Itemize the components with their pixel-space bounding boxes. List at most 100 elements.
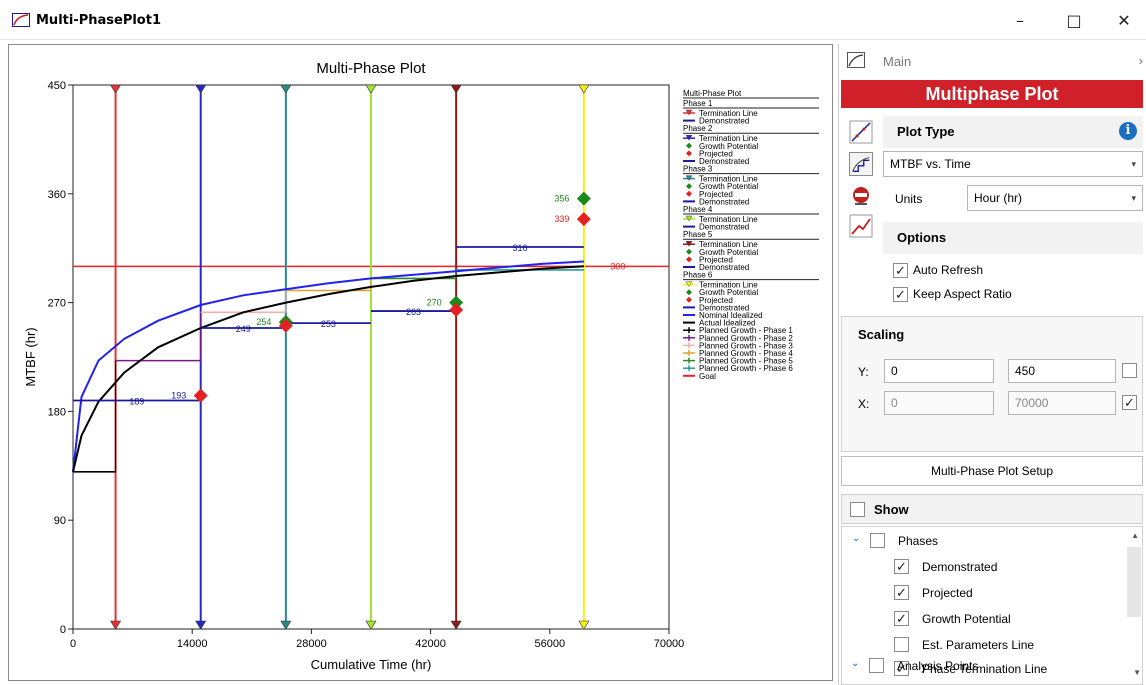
- dropdown-arrow-icon: ▾: [1131, 193, 1136, 203]
- auto-refresh-checkbox[interactable]: ✓: [893, 263, 908, 278]
- multiphase-plot-app-icon: [12, 13, 30, 27]
- y-tick-label: 180: [48, 406, 66, 418]
- x-auto-checkbox[interactable]: ✓: [1122, 395, 1137, 410]
- tree-item-growth-potential[interactable]: ✓ Growth Potential: [842, 611, 1122, 635]
- demonstrated-label: 253: [321, 319, 336, 329]
- show-title: Show: [874, 502, 909, 517]
- projected-checkbox[interactable]: ✓: [894, 585, 909, 600]
- projected-label: 193: [171, 391, 186, 401]
- demonstrated-checkbox[interactable]: ✓: [894, 559, 909, 574]
- demonstrated-label: 189: [129, 397, 144, 407]
- projected-label: 339: [554, 214, 569, 224]
- close-button[interactable]: ✕: [1104, 8, 1144, 34]
- x-min-input[interactable]: 0: [884, 391, 994, 415]
- termination-marker-top: [110, 84, 122, 94]
- demonstrated-label: 249: [236, 324, 251, 334]
- chevron-right-icon[interactable]: ›: [1139, 53, 1143, 68]
- info-icon[interactable]: i: [1119, 122, 1137, 140]
- termination-marker-top: [365, 84, 377, 94]
- legend-heading: Phase 1: [683, 99, 713, 108]
- y-tick-label: 270: [48, 298, 66, 310]
- x-axis-label: X:: [858, 397, 870, 411]
- legend-heading: Phase 3: [683, 165, 713, 174]
- scroll-thumb[interactable]: [1127, 547, 1141, 617]
- y-max-input[interactable]: 450: [1008, 359, 1116, 383]
- plot-area[interactable]: Multi-Phase Plot 0 90 180 270 360 450 0 14000 280…: [8, 44, 833, 681]
- x-tick-label: 70000: [654, 638, 685, 650]
- est-parameters-checkbox[interactable]: [894, 637, 909, 652]
- x-tick-label: 0: [70, 638, 76, 650]
- goal-label: 300: [610, 261, 625, 271]
- plot-type-dropdown[interactable]: MTBF vs. Time ▾: [883, 151, 1143, 177]
- auto-refresh-label: Auto Refresh: [913, 263, 984, 277]
- legend-dot-swatch: [686, 256, 692, 263]
- legend-heading: Phase 6: [683, 271, 713, 280]
- projected-point: [576, 212, 591, 227]
- show-checkbox[interactable]: [850, 502, 865, 517]
- legend-dot-swatch: [686, 190, 692, 197]
- x-max-input[interactable]: 70000: [1008, 391, 1116, 415]
- demonstrated-label: 263: [406, 307, 421, 317]
- options-section: Options: [883, 222, 1143, 254]
- legend-heading: Phase 5: [683, 230, 713, 239]
- show-header: Show: [841, 494, 1143, 524]
- dropdown-arrow-icon: ▾: [1131, 159, 1136, 169]
- scroll-up-icon[interactable]: ▲: [1131, 531, 1139, 540]
- warning-plot-icon[interactable]: [849, 184, 873, 208]
- projected-point: [449, 302, 464, 317]
- chevron-down-icon[interactable]: ⌄: [851, 658, 859, 669]
- scaling-section: Scaling Y: 0 450 X: 0 70000 ✓: [841, 316, 1143, 452]
- termination-marker-top: [578, 84, 590, 94]
- x-axis-label: Cumulative Time (hr): [311, 657, 432, 672]
- tree-item-projected[interactable]: ✓ Projected: [842, 585, 1122, 609]
- legend-dot-swatch: [686, 248, 692, 255]
- termination-marker-top: [450, 84, 462, 94]
- y-axis-label: Y:: [858, 365, 869, 379]
- tree-label: Projected: [922, 586, 973, 600]
- maximize-button[interactable]: □: [1054, 8, 1094, 34]
- growth-potential-label: 270: [427, 298, 442, 308]
- tree-item-phases[interactable]: ⌄ Phases: [842, 533, 1122, 557]
- legend-heading: Phase 4: [683, 205, 713, 214]
- growth-potential-label: 254: [256, 317, 271, 327]
- actual-idealized-curve: [72, 265, 584, 473]
- y-axis-label: MTBF (hr): [23, 327, 38, 386]
- phases-checkbox[interactable]: [870, 533, 885, 548]
- x-tick-label: 14000: [177, 638, 208, 650]
- y-tick-label: 90: [54, 515, 66, 527]
- minimize-button[interactable]: –: [1000, 8, 1040, 34]
- analysis-points-checkbox[interactable]: [869, 658, 884, 673]
- y-auto-checkbox[interactable]: [1122, 363, 1137, 378]
- units-dropdown[interactable]: Hour (hr) ▾: [967, 185, 1143, 211]
- main-nav-row[interactable]: Main ›: [839, 44, 1146, 78]
- keep-aspect-checkbox[interactable]: ✓: [893, 287, 908, 302]
- tree-item-analysis-points[interactable]: ⌄ Analysis Points: [841, 658, 1121, 682]
- options-title: Options: [897, 230, 947, 245]
- y-min-input[interactable]: 0: [884, 359, 994, 383]
- scaling-title: Scaling: [858, 327, 905, 342]
- plot-type-title: Plot Type: [897, 124, 955, 139]
- chevron-down-icon[interactable]: ⌄: [852, 533, 860, 544]
- demonstrated-label: 316: [512, 243, 527, 253]
- plot-type-icon[interactable]: [849, 120, 873, 144]
- options-plot-icon[interactable]: [849, 214, 873, 238]
- tree-label: Phases: [898, 534, 939, 548]
- multiphase-plot-icon[interactable]: [849, 152, 873, 176]
- legend-dot-swatch: [686, 142, 692, 149]
- y-tick-label: 450: [48, 80, 66, 92]
- tree-item-demonstrated[interactable]: ✓ Demonstrated: [842, 559, 1122, 583]
- tree-label: Growth Potential: [922, 612, 1011, 626]
- keep-aspect-label: Keep Aspect Ratio: [913, 287, 1012, 301]
- tree-scrollbar[interactable]: ▲: [1126, 527, 1142, 684]
- scroll-down-icon[interactable]: ▼: [1133, 668, 1141, 677]
- termination-marker-top: [195, 84, 207, 94]
- plot-type-value: MTBF vs. Time: [890, 157, 971, 171]
- units-label: Units: [895, 192, 923, 206]
- multi-phase-chart: Multi-Phase Plot 0 90 180 270 360 450 0 14000 280…: [23, 60, 819, 672]
- y-tick-label: 360: [48, 189, 66, 201]
- x-tick-label: 28000: [296, 638, 327, 650]
- chart-title: Multi-Phase Plot: [316, 60, 426, 77]
- growth-potential-checkbox[interactable]: ✓: [894, 611, 909, 626]
- units-value: Hour (hr): [974, 191, 1023, 205]
- legend-dot-swatch: [686, 150, 692, 157]
